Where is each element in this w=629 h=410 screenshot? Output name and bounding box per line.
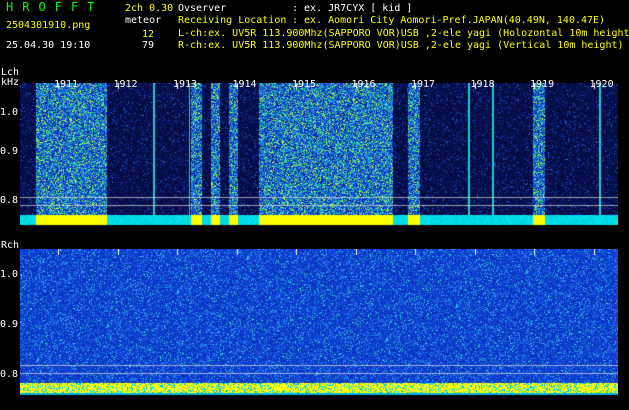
- hour-label-1916: 1916: [351, 79, 376, 90]
- rch-ytick-1.0: 1.0: [0, 269, 19, 280]
- lch-description: L-ch:ex. UV5R 113.900Mhz(SAPPORO VOR)USB…: [178, 28, 629, 39]
- hour-label-1915: 1915: [292, 79, 317, 90]
- rch-spectrogram: [20, 249, 618, 399]
- version-label: 2ch 0.30: [125, 3, 174, 14]
- rch-title: Rch: [1, 240, 20, 251]
- hour-label-1918: 1918: [470, 79, 495, 90]
- mode-label: meteor: [125, 15, 162, 26]
- hour-label-1919: 1919: [530, 79, 555, 90]
- lch-ytick-0.8: 0.8: [0, 195, 19, 206]
- hour-label-1912: 1912: [113, 79, 138, 90]
- location-value: : ex. Aomori City Aomori-Pref.JAPAN(40.4…: [292, 15, 606, 26]
- lch-spectrogram: [20, 83, 618, 231]
- file-name: 2504301910.png: [6, 20, 91, 31]
- hour-label-1920: 1920: [589, 79, 614, 90]
- location-label: Receiving Location: [178, 15, 287, 26]
- observer-value: : ex. JR7CYX [ kid ]: [292, 3, 413, 14]
- lch-count: 12: [142, 29, 155, 40]
- rch-description: R-ch:ex. UV5R 113.900Mhz(SAPPORO VOR)USB…: [178, 40, 624, 51]
- lch-ytick-1.0: 1.0: [0, 107, 19, 118]
- date-time: 25.04.30 19:10: [6, 40, 91, 51]
- lch-unit: kHz: [1, 77, 20, 88]
- observer-label: Ovserver: [178, 3, 227, 14]
- app-logo: HROFFT: [6, 0, 104, 14]
- rch-count: 79: [142, 40, 155, 51]
- hour-label-1911: 1911: [54, 79, 79, 90]
- lch-ytick-0.9: 0.9: [0, 146, 19, 157]
- hour-label-1913: 1913: [173, 79, 198, 90]
- rch-ytick-0.9: 0.9: [0, 319, 19, 330]
- hour-label-1914: 1914: [232, 79, 257, 90]
- hour-label-1917: 1917: [411, 79, 436, 90]
- rch-ytick-0.8: 0.8: [0, 369, 19, 380]
